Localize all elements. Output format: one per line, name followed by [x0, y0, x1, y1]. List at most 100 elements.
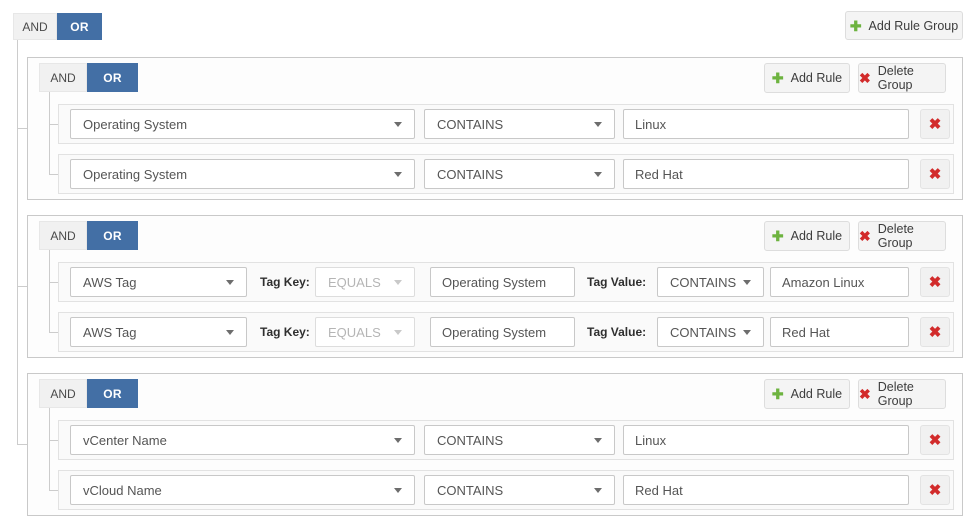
tag-value-input[interactable]: [770, 317, 909, 347]
operator-select-value: CONTAINS: [437, 167, 503, 182]
group3-and-toggle[interactable]: AND: [39, 379, 87, 408]
tag-key-operator-value: EQUALS: [328, 325, 381, 340]
x-icon: ✖: [859, 71, 871, 85]
rule-row: Operating System CONTAINS ✖: [58, 154, 954, 194]
chevron-down-icon: [226, 330, 234, 335]
group2-add-rule-button[interactable]: ✚ Add Rule: [764, 221, 850, 251]
value-input[interactable]: [623, 475, 909, 505]
rule-branch-line: [49, 174, 58, 175]
x-icon: ✖: [929, 325, 942, 340]
group2-and-toggle[interactable]: AND: [39, 221, 87, 250]
operator-select-value: CONTAINS: [670, 325, 736, 340]
chevron-down-icon: [394, 330, 402, 335]
tag-key-input[interactable]: [430, 317, 575, 347]
value-input[interactable]: [623, 425, 909, 455]
group1-or-toggle[interactable]: OR: [87, 63, 138, 92]
group2-or-toggle[interactable]: OR: [87, 221, 138, 250]
field-select[interactable]: Operating System: [70, 109, 415, 139]
add-rule-label: Add Rule: [791, 229, 842, 243]
rule-branch-line: [49, 124, 58, 125]
group3-delete-group-button[interactable]: ✖ Delete Group: [858, 379, 946, 409]
rule-row: Operating System CONTAINS ✖: [58, 104, 954, 144]
tag-key-label: Tag Key:: [260, 313, 310, 351]
delete-rule-button[interactable]: ✖: [920, 425, 950, 455]
chevron-down-icon: [394, 172, 402, 177]
x-icon: ✖: [929, 275, 942, 290]
operator-select-value: CONTAINS: [670, 275, 736, 290]
rule-row: vCenter Name CONTAINS ✖: [58, 420, 954, 460]
field-select[interactable]: vCenter Name: [70, 425, 415, 455]
operator-select[interactable]: CONTAINS: [424, 475, 615, 505]
tag-value-label: Tag Value:: [587, 263, 646, 301]
rule-builder: AND OR ✚ Add Rule Group AND OR ✚ Add Rul…: [0, 0, 972, 527]
value-input[interactable]: [623, 109, 909, 139]
x-icon: ✖: [929, 117, 942, 132]
add-rule-label: Add Rule: [791, 387, 842, 401]
root-connector-line: [17, 40, 18, 444]
tag-key-operator-select: EQUALS: [315, 267, 415, 297]
tag-value-operator-select[interactable]: CONTAINS: [657, 317, 764, 347]
chevron-down-icon: [743, 330, 751, 335]
chevron-down-icon: [394, 488, 402, 493]
field-select-value: vCloud Name: [83, 483, 162, 498]
tag-key-label: Tag Key:: [260, 263, 310, 301]
chevron-down-icon: [594, 488, 602, 493]
rule-branch-line: [49, 440, 58, 441]
plus-icon: ✚: [772, 229, 784, 243]
tag-value-input[interactable]: [770, 267, 909, 297]
delete-group-label: Delete Group: [878, 222, 945, 250]
tag-value-operator-select[interactable]: CONTAINS: [657, 267, 764, 297]
x-icon: ✖: [859, 387, 871, 401]
chevron-down-icon: [394, 280, 402, 285]
plus-icon: ✚: [772, 71, 784, 85]
field-select-value: AWS Tag: [83, 275, 136, 290]
chevron-down-icon: [394, 438, 402, 443]
group1-add-rule-button[interactable]: ✚ Add Rule: [764, 63, 850, 93]
value-input[interactable]: [623, 159, 909, 189]
field-select[interactable]: vCloud Name: [70, 475, 415, 505]
delete-rule-button[interactable]: ✖: [920, 267, 950, 297]
root-or-toggle[interactable]: OR: [57, 13, 102, 40]
rule-branch-line: [49, 332, 58, 333]
x-icon: ✖: [859, 229, 871, 243]
field-select-value: vCenter Name: [83, 433, 167, 448]
x-icon: ✖: [929, 483, 942, 498]
operator-select[interactable]: CONTAINS: [424, 425, 615, 455]
group-connector-line: [49, 250, 50, 332]
add-rule-label: Add Rule: [791, 71, 842, 85]
plus-icon: ✚: [772, 387, 784, 401]
group3-add-rule-button[interactable]: ✚ Add Rule: [764, 379, 850, 409]
delete-rule-button[interactable]: ✖: [920, 109, 950, 139]
group1-delete-group-button[interactable]: ✖ Delete Group: [858, 63, 946, 93]
group2-delete-group-button[interactable]: ✖ Delete Group: [858, 221, 946, 251]
delete-rule-button[interactable]: ✖: [920, 475, 950, 505]
field-select[interactable]: AWS Tag: [70, 267, 247, 297]
field-select-value: Operating System: [83, 117, 187, 132]
field-select-value: Operating System: [83, 167, 187, 182]
chevron-down-icon: [594, 172, 602, 177]
x-icon: ✖: [929, 433, 942, 448]
tag-key-operator-value: EQUALS: [328, 275, 381, 290]
delete-group-label: Delete Group: [878, 380, 945, 408]
root-and-toggle[interactable]: AND: [13, 13, 57, 40]
group1-and-toggle[interactable]: AND: [39, 63, 87, 92]
delete-rule-button[interactable]: ✖: [920, 317, 950, 347]
operator-select[interactable]: CONTAINS: [424, 109, 615, 139]
field-select[interactable]: AWS Tag: [70, 317, 247, 347]
operator-select-value: CONTAINS: [437, 483, 503, 498]
tag-key-input[interactable]: [430, 267, 575, 297]
rule-branch-line: [49, 490, 58, 491]
group3-or-toggle[interactable]: OR: [87, 379, 138, 408]
add-rule-group-button[interactable]: ✚ Add Rule Group: [845, 11, 963, 40]
group-connector-line: [49, 408, 50, 490]
operator-select-value: CONTAINS: [437, 117, 503, 132]
rule-row: vCloud Name CONTAINS ✖: [58, 470, 954, 510]
group-connector-line: [49, 92, 50, 174]
root-branch-line: [17, 286, 27, 287]
field-select[interactable]: Operating System: [70, 159, 415, 189]
operator-select[interactable]: CONTAINS: [424, 159, 615, 189]
rule-group-3: AND OR ✚ Add Rule ✖ Delete Group vCenter…: [27, 373, 963, 516]
delete-rule-button[interactable]: ✖: [920, 159, 950, 189]
chevron-down-icon: [743, 280, 751, 285]
rule-row: AWS Tag Tag Key: EQUALS Tag Value: CONTA…: [58, 262, 954, 302]
